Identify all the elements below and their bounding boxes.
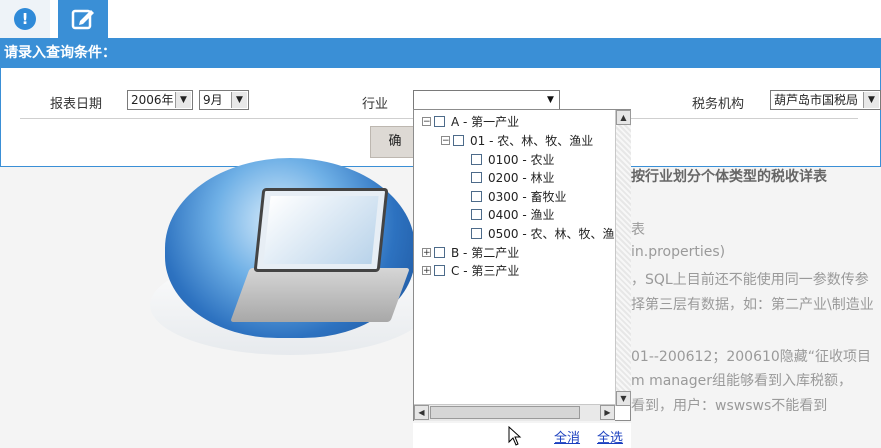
scroll-up-icon[interactable]: ▲	[616, 110, 631, 125]
edit-icon	[71, 9, 94, 30]
tree-node[interactable]: + C - 第三产业	[422, 261, 519, 279]
year-select-value: 2006年	[131, 93, 174, 107]
dropdown-footer: 全消 全选	[413, 423, 631, 448]
checkbox[interactable]	[434, 115, 445, 127]
content-line: 01--200612；200610隐藏“征收项目	[631, 349, 872, 365]
checkbox[interactable]	[471, 171, 482, 183]
select-all-link[interactable]: 全选	[597, 427, 623, 446]
scroll-right-icon[interactable]: ▶	[600, 405, 615, 420]
chevron-down-icon: ▼	[175, 92, 191, 108]
industry-dropdown[interactable]: − A - 第一产业 − 01 - 农、林、牧、渔业 0100 - 农业 020…	[413, 109, 631, 421]
content-line: 看到，用户：wswsws不能看到	[631, 398, 828, 414]
year-select[interactable]: 2006年 ▼	[127, 90, 193, 110]
tree-node[interactable]: 0100 - 农业	[471, 150, 555, 168]
mouse-cursor-icon	[508, 426, 522, 446]
info-icon: !	[14, 8, 36, 30]
tree-node[interactable]: 0200 - 林业	[471, 168, 555, 186]
content-line: 表	[631, 222, 645, 238]
tree-node[interactable]: − 01 - 农、林、牧、渔业	[441, 131, 593, 149]
content-line: m manager组能够看到入库税额，	[631, 373, 853, 389]
content-line: 择第三层有数据，如：第二产业\制造业	[631, 297, 874, 313]
scroll-left-icon[interactable]: ◀	[414, 405, 429, 420]
checkbox[interactable]	[471, 153, 482, 165]
content-line: ，SQL上目前还不能使用同一参数传参	[631, 272, 869, 288]
collapse-icon[interactable]: −	[422, 116, 431, 126]
checkbox[interactable]	[471, 190, 482, 202]
horizontal-scrollbar[interactable]: ◀ ▶	[414, 404, 615, 421]
chevron-down-icon: ▼	[543, 92, 558, 108]
checkbox[interactable]	[453, 134, 464, 146]
chevron-down-icon: ▼	[231, 92, 247, 108]
content-line: in.properties)	[631, 244, 726, 260]
tree-node-label: B - 第二产业	[451, 245, 520, 260]
tree-node[interactable]: 0400 - 渔业	[471, 205, 555, 223]
laptop-screen-illustration	[253, 188, 389, 272]
industry-select[interactable]: ▼	[413, 90, 560, 110]
tax-office-label: 税务机构	[692, 97, 745, 112]
tree-node[interactable]: + B - 第二产业	[422, 243, 519, 261]
tab-edit[interactable]	[58, 0, 108, 38]
checkbox[interactable]	[471, 227, 482, 239]
query-panel-title: 请录入查询条件：	[0, 38, 881, 68]
tab-bar	[0, 0, 881, 38]
expand-icon[interactable]: +	[422, 247, 431, 257]
tax-office-select[interactable]: 葫芦岛市国税局 ▼	[770, 90, 881, 110]
checkbox[interactable]	[471, 208, 482, 220]
tree-node-label: 0400 - 渔业	[488, 207, 555, 222]
cancel-all-link[interactable]: 全消	[554, 427, 580, 446]
tree-node[interactable]: 0300 - 畜牧业	[471, 187, 567, 205]
expand-icon[interactable]: +	[422, 265, 431, 275]
chevron-down-icon: ▼	[863, 92, 879, 108]
tree-node-label: 0100 - 农业	[488, 152, 555, 167]
vertical-scrollbar[interactable]: ▲ ▼	[615, 110, 631, 406]
report-date-label: 报表日期	[50, 97, 103, 112]
tree-node-label: A - 第一产业	[451, 114, 520, 129]
checkbox[interactable]	[434, 264, 445, 276]
tax-office-select-value: 葫芦岛市国税局	[774, 93, 859, 107]
tree-node-label: 0200 - 林业	[488, 170, 555, 185]
month-select-value: 9月	[203, 93, 223, 107]
tab-info[interactable]: !	[0, 0, 50, 38]
checkbox[interactable]	[434, 246, 445, 258]
tree-node-label: 0300 - 畜牧业	[488, 189, 567, 204]
content-title: 按行业划分个体类型的税收详表	[631, 169, 827, 185]
scroll-down-icon[interactable]: ▼	[616, 391, 631, 406]
tree-node-label: C - 第三产业	[451, 263, 520, 278]
tree-node-label: 01 - 农、林、牧、渔业	[470, 133, 594, 148]
collapse-icon[interactable]: −	[441, 135, 450, 145]
month-select[interactable]: 9月 ▼	[199, 90, 249, 110]
scroll-thumb[interactable]	[430, 406, 580, 419]
industry-label: 行业	[362, 97, 389, 112]
tree-node[interactable]: − A - 第一产业	[422, 112, 519, 130]
tree-node[interactable]: 0500 - 农、林、牧、渔	[471, 224, 615, 242]
laptop-base-illustration	[230, 268, 410, 322]
tree-node-label: 0500 - 农、林、牧、渔	[488, 226, 615, 241]
